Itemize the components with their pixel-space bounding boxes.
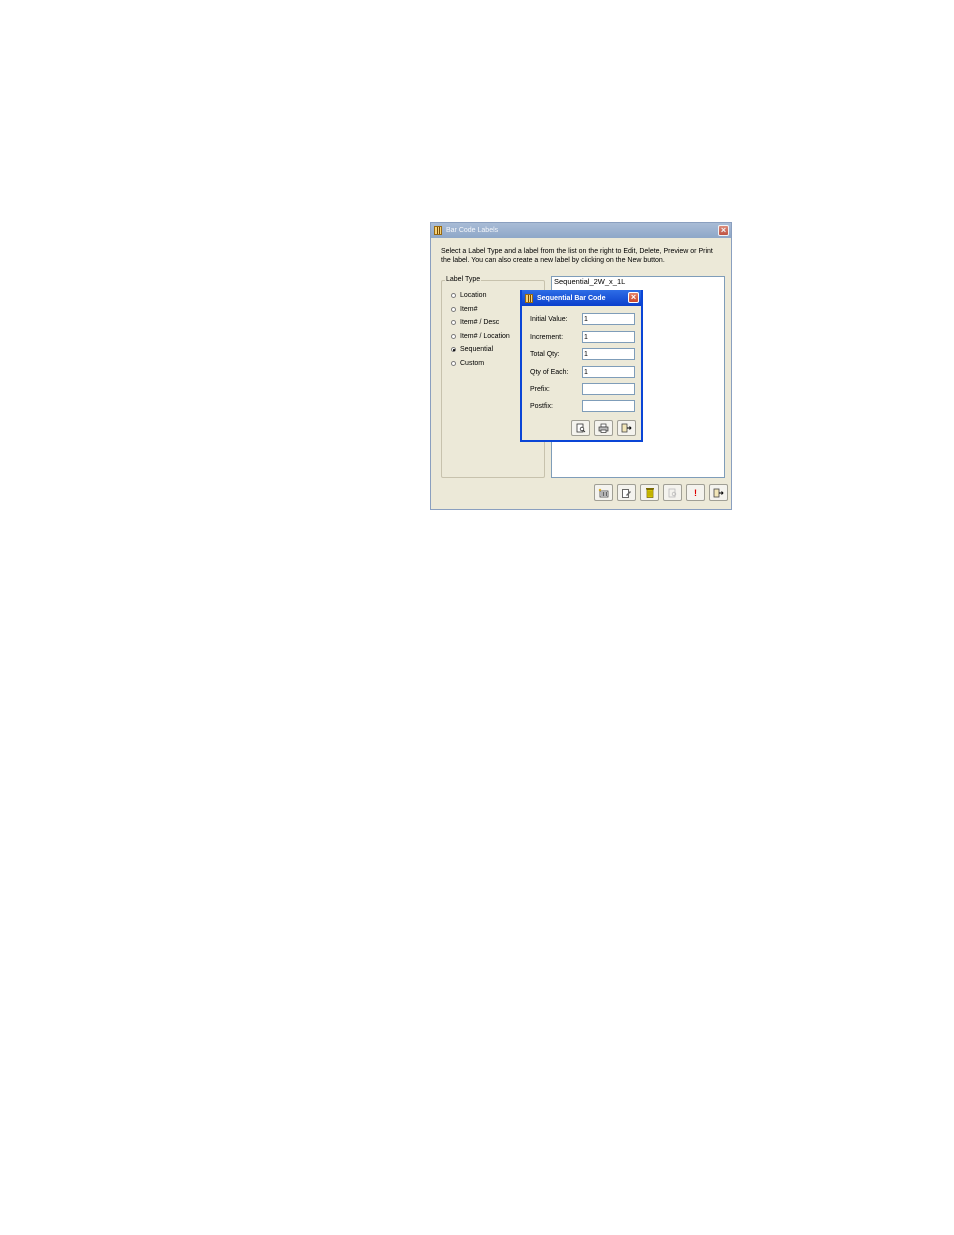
instructions-text: Select a Label Type and a label from the… xyxy=(441,248,713,264)
delete-button[interactable] xyxy=(640,484,659,501)
increment-input[interactable]: 1 xyxy=(582,331,635,343)
radio-label: Item# / Location xyxy=(460,333,510,340)
dialog-print-button[interactable] xyxy=(594,420,613,436)
dialog-exit-button[interactable] xyxy=(617,420,636,436)
radio-button-selected[interactable] xyxy=(451,347,456,352)
list-item[interactable]: Sequential_2W_x_1L xyxy=(552,277,724,287)
main-window-title: Bar Code Labels xyxy=(446,227,499,234)
radio-button[interactable] xyxy=(451,293,456,298)
radio-item[interactable]: Item# xyxy=(451,306,478,313)
main-close-button[interactable]: × xyxy=(718,225,729,236)
field-qty-of-each: Qty of Each: 1 xyxy=(530,366,635,378)
preview-icon xyxy=(668,488,676,497)
total-qty-input[interactable]: 1 xyxy=(582,348,635,360)
radio-location[interactable]: Location xyxy=(451,292,486,299)
field-total-qty: Total Qty: 1 xyxy=(530,348,635,360)
field-increment: Increment: 1 xyxy=(530,331,635,343)
radio-sequential[interactable]: Sequential xyxy=(451,346,493,353)
field-label: Postfix: xyxy=(530,402,553,410)
dialog-preview-button[interactable] xyxy=(571,420,590,436)
radio-label: Location xyxy=(460,292,487,299)
app-icon xyxy=(525,293,533,303)
main-title-bar[interactable]: Bar Code Labels × xyxy=(431,223,731,238)
radio-item-location[interactable]: Item# / Location xyxy=(451,333,510,340)
edit-button[interactable] xyxy=(617,484,636,501)
dialog-close-button[interactable]: × xyxy=(628,292,639,303)
edit-icon xyxy=(622,488,631,498)
exit-icon xyxy=(713,488,724,497)
prefix-input[interactable] xyxy=(582,383,635,395)
print-button[interactable]: ! xyxy=(686,484,705,501)
field-postfix: Postfix: xyxy=(530,400,635,412)
radio-custom[interactable]: Custom xyxy=(451,360,484,367)
dialog-title-bar[interactable]: Sequential Bar Code × xyxy=(522,290,641,306)
preview-button[interactable] xyxy=(663,484,682,501)
delete-icon xyxy=(645,488,654,498)
label-type-legend: Label Type xyxy=(445,276,482,283)
radio-item-desc[interactable]: Item# / Desc xyxy=(451,319,499,326)
sequential-bar-code-dialog: Sequential Bar Code × Initial Value: 1 I… xyxy=(520,290,643,442)
radio-label: Custom xyxy=(460,360,485,367)
radio-button[interactable] xyxy=(451,307,456,312)
exit-button[interactable] xyxy=(709,484,728,501)
preview-icon xyxy=(576,423,585,433)
radio-button[interactable] xyxy=(451,320,456,325)
field-label: Total Qty: xyxy=(530,350,560,358)
initial-value-input[interactable]: 1 xyxy=(582,313,635,325)
field-prefix: Prefix: xyxy=(530,383,635,395)
field-initial-value: Initial Value: 1 xyxy=(530,313,635,325)
field-label: Qty of Each: xyxy=(530,368,569,376)
print-icon xyxy=(598,423,609,433)
field-label: Prefix: xyxy=(530,385,550,393)
radio-label: Item# xyxy=(460,306,478,313)
postfix-input[interactable] xyxy=(582,400,635,412)
new-label-button[interactable] xyxy=(594,484,613,501)
new-label-icon xyxy=(598,488,609,497)
radio-button[interactable] xyxy=(451,334,456,339)
radio-button[interactable] xyxy=(451,361,456,366)
exit-icon xyxy=(621,423,632,433)
radio-label: Item# / Desc xyxy=(460,319,500,326)
print-icon: ! xyxy=(694,487,697,498)
qty-of-each-input[interactable]: 1 xyxy=(582,366,635,378)
field-label: Initial Value: xyxy=(530,315,568,323)
radio-label: Sequential xyxy=(460,346,494,353)
dialog-title: Sequential Bar Code xyxy=(537,294,606,302)
app-icon xyxy=(434,226,442,235)
field-label: Increment: xyxy=(530,333,564,341)
